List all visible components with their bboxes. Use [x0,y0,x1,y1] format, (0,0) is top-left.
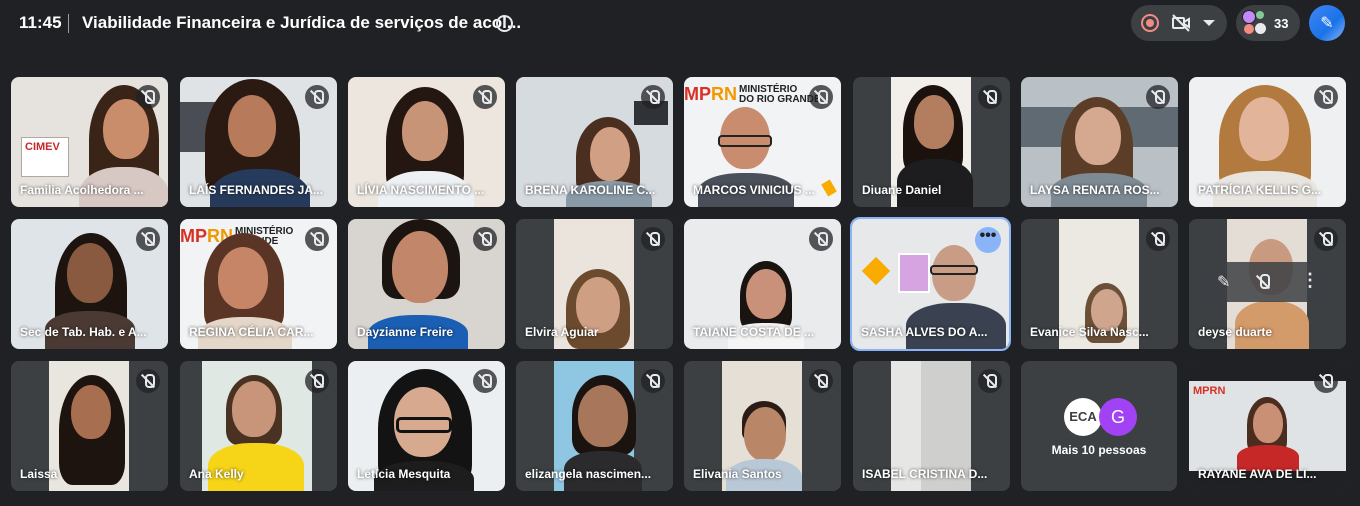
gemini-button[interactable]: ✎ [1309,5,1345,41]
participant-tile[interactable]: PATRÍCIA KELLIS G... [1189,77,1346,207]
mic-off-icon [473,227,497,251]
participant-tile[interactable]: Evanice Silva Nasc... [1021,219,1178,349]
participant-name: elizangela nascimen... [525,467,652,481]
participant-name: PATRÍCIA KELLIS G... [1198,183,1322,197]
divider [68,14,69,33]
mic-off-icon [305,369,329,393]
avatar [1255,23,1266,34]
participant-name: Familia Acolhedora ... [20,183,144,197]
mic-off-icon [809,227,833,251]
participant-name: Dayzianne Freire [357,325,454,339]
participant-name: LAYSA RENATA ROS... [1030,183,1160,197]
participant-tile[interactable]: Letícia Mesquita [348,361,505,491]
participant-tile[interactable]: MPRN MINISTÉRIO DO RIO GRANDE MARCOS VINIC… [684,77,841,207]
participant-name: Elivania Santos [693,467,782,481]
mic-off-icon [1314,85,1338,109]
camera-off-icon[interactable] [1171,14,1191,32]
pin-icon[interactable]: ✎ [1217,272,1230,292]
participant-name: MARCOS VINICIUS ... [693,183,816,197]
participant-name: TAIANE COSTA DE ... [693,325,815,339]
mic-off-icon [641,85,665,109]
gemini-icon: ✎ [1320,15,1334,32]
participant-name: Ana Kelly [189,467,244,481]
participant-name: Sec de Tab. Hab. e A... [20,325,147,339]
participant-tile[interactable]: MPRNMINISTÉRIOGRANDE REGINA CÉLIA CAR... [180,219,337,349]
participant-tile[interactable]: CIMEV Familia Acolhedora ... [11,77,168,207]
participant-name: Laissa [20,467,58,481]
participant-name: deyse duarte [1198,325,1273,339]
avatar [1242,10,1256,24]
more-participants-label: Mais 10 pessoas [1051,443,1147,457]
participant-name: ISABEL CRISTINA D... [862,467,988,481]
participant-tile-active[interactable]: ••• SASHA ALVES DO A... [850,217,1011,351]
mic-off-icon [1314,227,1338,251]
mic-off-icon [473,85,497,109]
avatar: G [1099,398,1137,436]
mute-icon[interactable] [1251,270,1275,294]
mic-off-icon [641,369,665,393]
participant-tile[interactable]: Ana Kelly [180,361,337,491]
mic-off-icon [978,85,1002,109]
mic-off-icon [136,227,160,251]
avatar [1244,24,1254,34]
participant-name: Letícia Mesquita [357,467,451,481]
participant-name: BRENA KAROLINE C... [525,183,656,197]
participant-tile[interactable]: LÍVIA NASCIMENTO ... [348,77,505,207]
tile-hover-controls: ✎ ⋮ [1205,262,1325,302]
mic-off-icon [473,369,497,393]
recording-icon[interactable] [1141,14,1159,32]
mic-off-icon [1146,227,1170,251]
more-options-icon[interactable]: ••• [975,227,1001,253]
avatar [1256,11,1264,19]
participant-name: RAYANE AVA DE LI... [1198,467,1317,481]
info-icon[interactable]: i [496,15,513,32]
participant-name: LAÍS FERNANDES JA... [189,183,324,197]
mic-off-icon [136,85,160,109]
mic-off-icon [305,227,329,251]
participant-tile[interactable]: ISABEL CRISTINA D... [853,361,1010,491]
participant-tile[interactable]: elizangela nascimen... [516,361,673,491]
more-vert-icon[interactable]: ⋮ [1301,270,1319,291]
mic-off-icon [1146,85,1170,109]
participant-tile[interactable]: TAIANE COSTA DE ... [684,219,841,349]
participant-tile[interactable]: Laissa [11,361,168,491]
clock: 11:45 [19,13,62,32]
participant-tile[interactable]: Sec de Tab. Hab. e A... [11,219,168,349]
participant-name: SASHA ALVES DO A... [861,325,988,339]
participant-count: 33 [1274,16,1289,31]
participant-tile[interactable]: LAÍS FERNANDES JA... [180,77,337,207]
people-button[interactable]: 33 [1236,5,1300,41]
mic-off-icon [641,227,665,251]
avatar: ECA [1064,398,1102,436]
participant-tile[interactable]: ✎ ⋮ deyse duarte [1189,219,1346,349]
mic-off-icon [1314,369,1338,393]
mic-off-icon [305,85,329,109]
top-bar: 11:45 Viabilidade Financeira e Jurídica … [0,0,1360,48]
participant-tile[interactable]: Diuane Daniel [853,77,1010,207]
participant-name: Elvira Aguiar [525,325,599,339]
participant-name: Diuane Daniel [862,183,942,197]
participant-tile[interactable]: Dayzianne Freire [348,219,505,349]
chevron-down-icon[interactable] [1203,20,1215,26]
recording-controls[interactable] [1131,5,1227,41]
participant-tile[interactable]: Elivania Santos [684,361,841,491]
mic-off-icon [809,85,833,109]
mic-off-icon [809,369,833,393]
participant-tile[interactable]: MPRN RAYANE AVA DE LI... [1189,361,1346,491]
participant-name: LÍVIA NASCIMENTO ... [357,183,485,197]
participant-tile[interactable]: BRENA KAROLINE C... [516,77,673,207]
more-participants-tile[interactable]: ECA G Mais 10 pessoas [1021,361,1177,491]
participant-name: REGINA CÉLIA CAR... [189,325,314,339]
mic-off-icon [136,369,160,393]
meeting-title: Viabilidade Financeira e Jurídica de ser… [82,13,522,32]
mic-off-icon [978,369,1002,393]
participant-tile[interactable]: Elvira Aguiar [516,219,673,349]
mprn-logo: MPRN [1193,385,1226,397]
participant-tile[interactable]: LAYSA RENATA ROS... [1021,77,1178,207]
mprn-logo: MPRN MINISTÉRIO DO RIO GRANDE [684,84,821,105]
participant-name: Evanice Silva Nasc... [1030,325,1149,339]
